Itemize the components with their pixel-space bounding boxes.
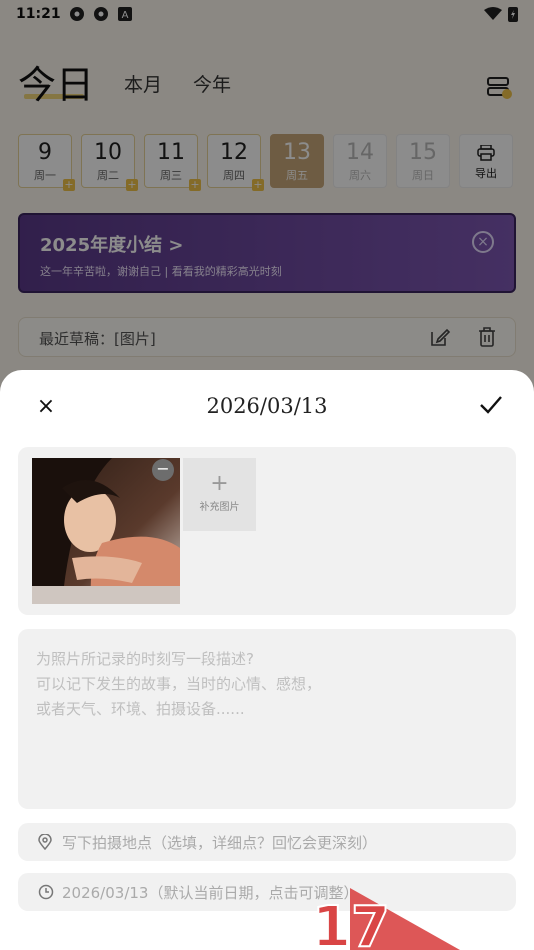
description-placeholder-line: 或者天气、环境、拍摄设备...... xyxy=(36,700,245,718)
plus-icon: + xyxy=(210,471,229,496)
confirm-check-icon[interactable] xyxy=(478,392,504,418)
description-placeholder-line: 可以记下发生的故事，当时的心情、感想， xyxy=(36,675,322,693)
remove-photo-icon[interactable]: − xyxy=(152,459,174,481)
add-photo-label: 补充图片 xyxy=(199,502,240,513)
watermark-logo: 17 xyxy=(310,878,460,950)
description-placeholder: 为照片所记录的时刻写一段描述? 可以记下发生的故事，当时的心情、感想， 或者天气… xyxy=(36,647,321,722)
location-field[interactable]: 写下拍摄地点（选填，详细点？回忆会更深刻） xyxy=(18,823,516,861)
clock-icon xyxy=(38,884,54,900)
location-placeholder: 写下拍摄地点（选填，详细点？回忆会更深刻） xyxy=(62,834,378,852)
watermark-text: 17 xyxy=(312,895,390,950)
entry-editor-sheet: × 2026/03/13 − + 补充图片 为照片所记录的时刻写一段描述? 可以… xyxy=(0,370,534,950)
add-photo-button[interactable]: + 补充图片 xyxy=(183,458,256,531)
location-pin-icon xyxy=(38,834,52,850)
description-placeholder-line: 为照片所记录的时刻写一段描述? xyxy=(36,650,254,668)
description-textarea[interactable]: 为照片所记录的时刻写一段描述? 可以记下发生的故事，当时的心情、感想， 或者天气… xyxy=(18,629,516,809)
sheet-date-title: 2026/03/13 xyxy=(206,394,328,418)
photo-panel: − + 补充图片 xyxy=(18,447,516,615)
